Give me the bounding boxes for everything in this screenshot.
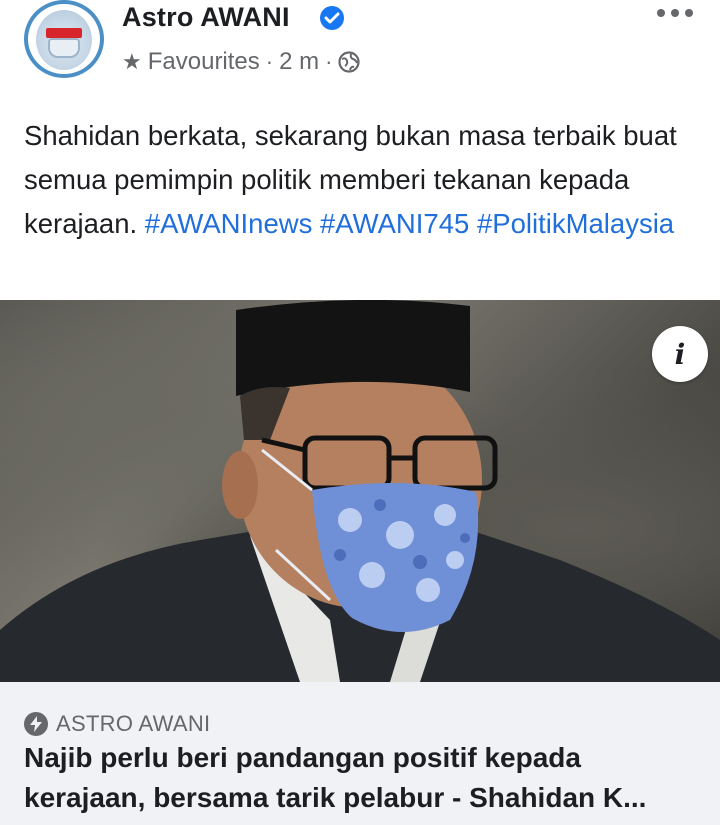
meta-separator: ·: [325, 49, 333, 74]
link-title[interactable]: Najib perlu beri pandangan positif kepad…: [24, 738, 708, 818]
instant-article-bolt-icon: [24, 712, 48, 736]
page-name[interactable]: Astro AWANI: [122, 2, 290, 33]
hashtag-link[interactable]: #AWANI745: [320, 208, 469, 239]
post-time[interactable]: 2 m: [279, 48, 319, 76]
post-photo[interactable]: i: [0, 300, 720, 682]
dot: [685, 9, 693, 17]
dot: [671, 9, 679, 17]
verified-badge-icon: [320, 6, 344, 30]
meta-separator: ·: [265, 49, 274, 74]
dot: [657, 9, 665, 17]
hashtag-link[interactable]: #PolitikMalaysia: [477, 208, 674, 239]
avatar-mask-graphic: [48, 38, 80, 58]
post-header: Astro AWANI ★ Favourites · 2 m ·: [0, 0, 720, 100]
info-icon[interactable]: i: [652, 326, 708, 382]
audience-label[interactable]: Favourites: [148, 48, 260, 76]
more-options-icon[interactable]: [654, 6, 696, 20]
hashtag-link[interactable]: #AWANInews: [145, 208, 313, 239]
post-caption: Shahidan berkata, sekarang bukan masa te…: [24, 114, 704, 246]
link-source-row: ASTRO AWANI: [24, 710, 210, 738]
star-icon: ★: [122, 49, 142, 74]
link-source: ASTRO AWANI: [56, 711, 211, 736]
globe-icon: [338, 51, 361, 73]
page-avatar[interactable]: [24, 0, 104, 78]
facebook-post: Astro AWANI ★ Favourites · 2 m · Shahida…: [0, 0, 720, 825]
post-meta: ★ Favourites · 2 m ·: [122, 47, 361, 77]
photo-illustration: [0, 300, 720, 682]
link-preview[interactable]: ASTRO AWANI Najib perlu beri pandangan p…: [0, 682, 720, 825]
avatar-logo-badge: [46, 28, 82, 38]
